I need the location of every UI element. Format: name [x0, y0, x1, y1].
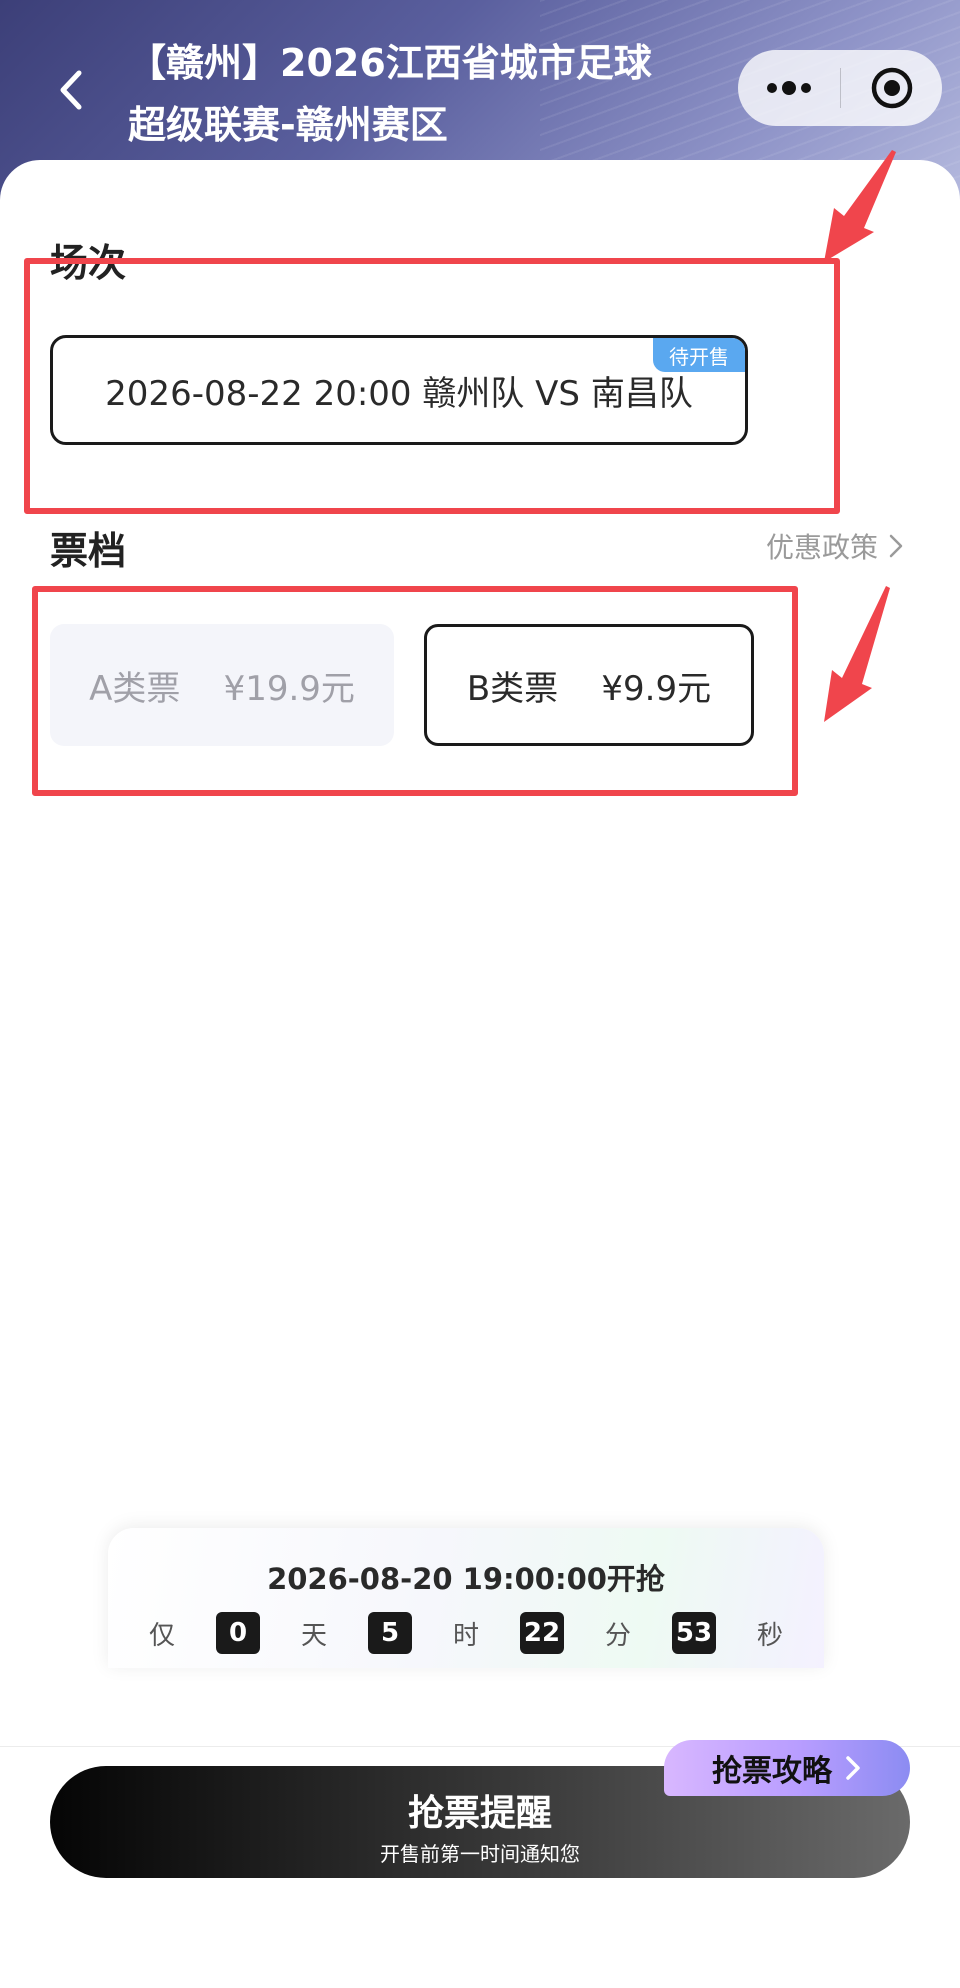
countdown-minutes: 22	[520, 1612, 564, 1654]
countdown-days-unit: 天	[300, 1620, 327, 1651]
annotation-arrow-top-icon	[824, 150, 896, 262]
chevron-right-icon	[889, 534, 903, 558]
chevron-right-icon	[846, 1756, 860, 1780]
back-button[interactable]	[52, 62, 92, 118]
countdown-days: 0	[216, 1612, 260, 1654]
countdown-hours: 5	[368, 1612, 412, 1654]
discount-policy-label: 优惠政策	[766, 531, 879, 564]
ticket-heading: 票档	[50, 529, 127, 573]
page-title-line2: 超级联赛-赣州赛区	[128, 103, 448, 147]
reminder-subtitle: 开售前第一时间通知您	[380, 1842, 580, 1866]
countdown-minutes-unit: 分	[604, 1620, 631, 1651]
page-title: 【赣州】2026江西省城市足球 超级联赛-赣州赛区	[128, 32, 708, 156]
annotation-box-session	[24, 258, 840, 514]
countdown-seconds: 53	[672, 1612, 716, 1654]
close-miniprogram-button[interactable]	[841, 50, 942, 126]
miniprogram-capsule	[738, 50, 942, 126]
countdown-prefix: 仅	[148, 1620, 175, 1651]
target-circle-icon	[871, 67, 912, 109]
countdown-hours-unit: 时	[452, 1620, 479, 1651]
more-button[interactable]	[738, 50, 840, 126]
discount-policy-link[interactable]: 优惠政策	[766, 526, 906, 566]
countdown-card: 2026-08-20 19:00:00开抢 仅 0 天 5 时 22 分 53 …	[108, 1528, 824, 1668]
sale-start-time: 2026-08-20 19:00:00开抢	[267, 1562, 665, 1596]
strategy-label: 抢票攻略	[712, 1754, 832, 1789]
chevron-left-icon	[60, 70, 82, 110]
page-title-line1: 【赣州】2026江西省城市足球	[128, 41, 652, 85]
countdown-timer: 仅 0 天 5 时 22 分 53 秒	[108, 1612, 824, 1654]
countdown-seconds-unit: 秒	[756, 1620, 783, 1651]
annotation-arrow-bottom-icon	[824, 586, 890, 722]
more-dots-icon	[767, 81, 811, 95]
annotation-box-tickets	[32, 586, 798, 796]
ticket-strategy-button[interactable]: 抢票攻略	[664, 1740, 910, 1796]
